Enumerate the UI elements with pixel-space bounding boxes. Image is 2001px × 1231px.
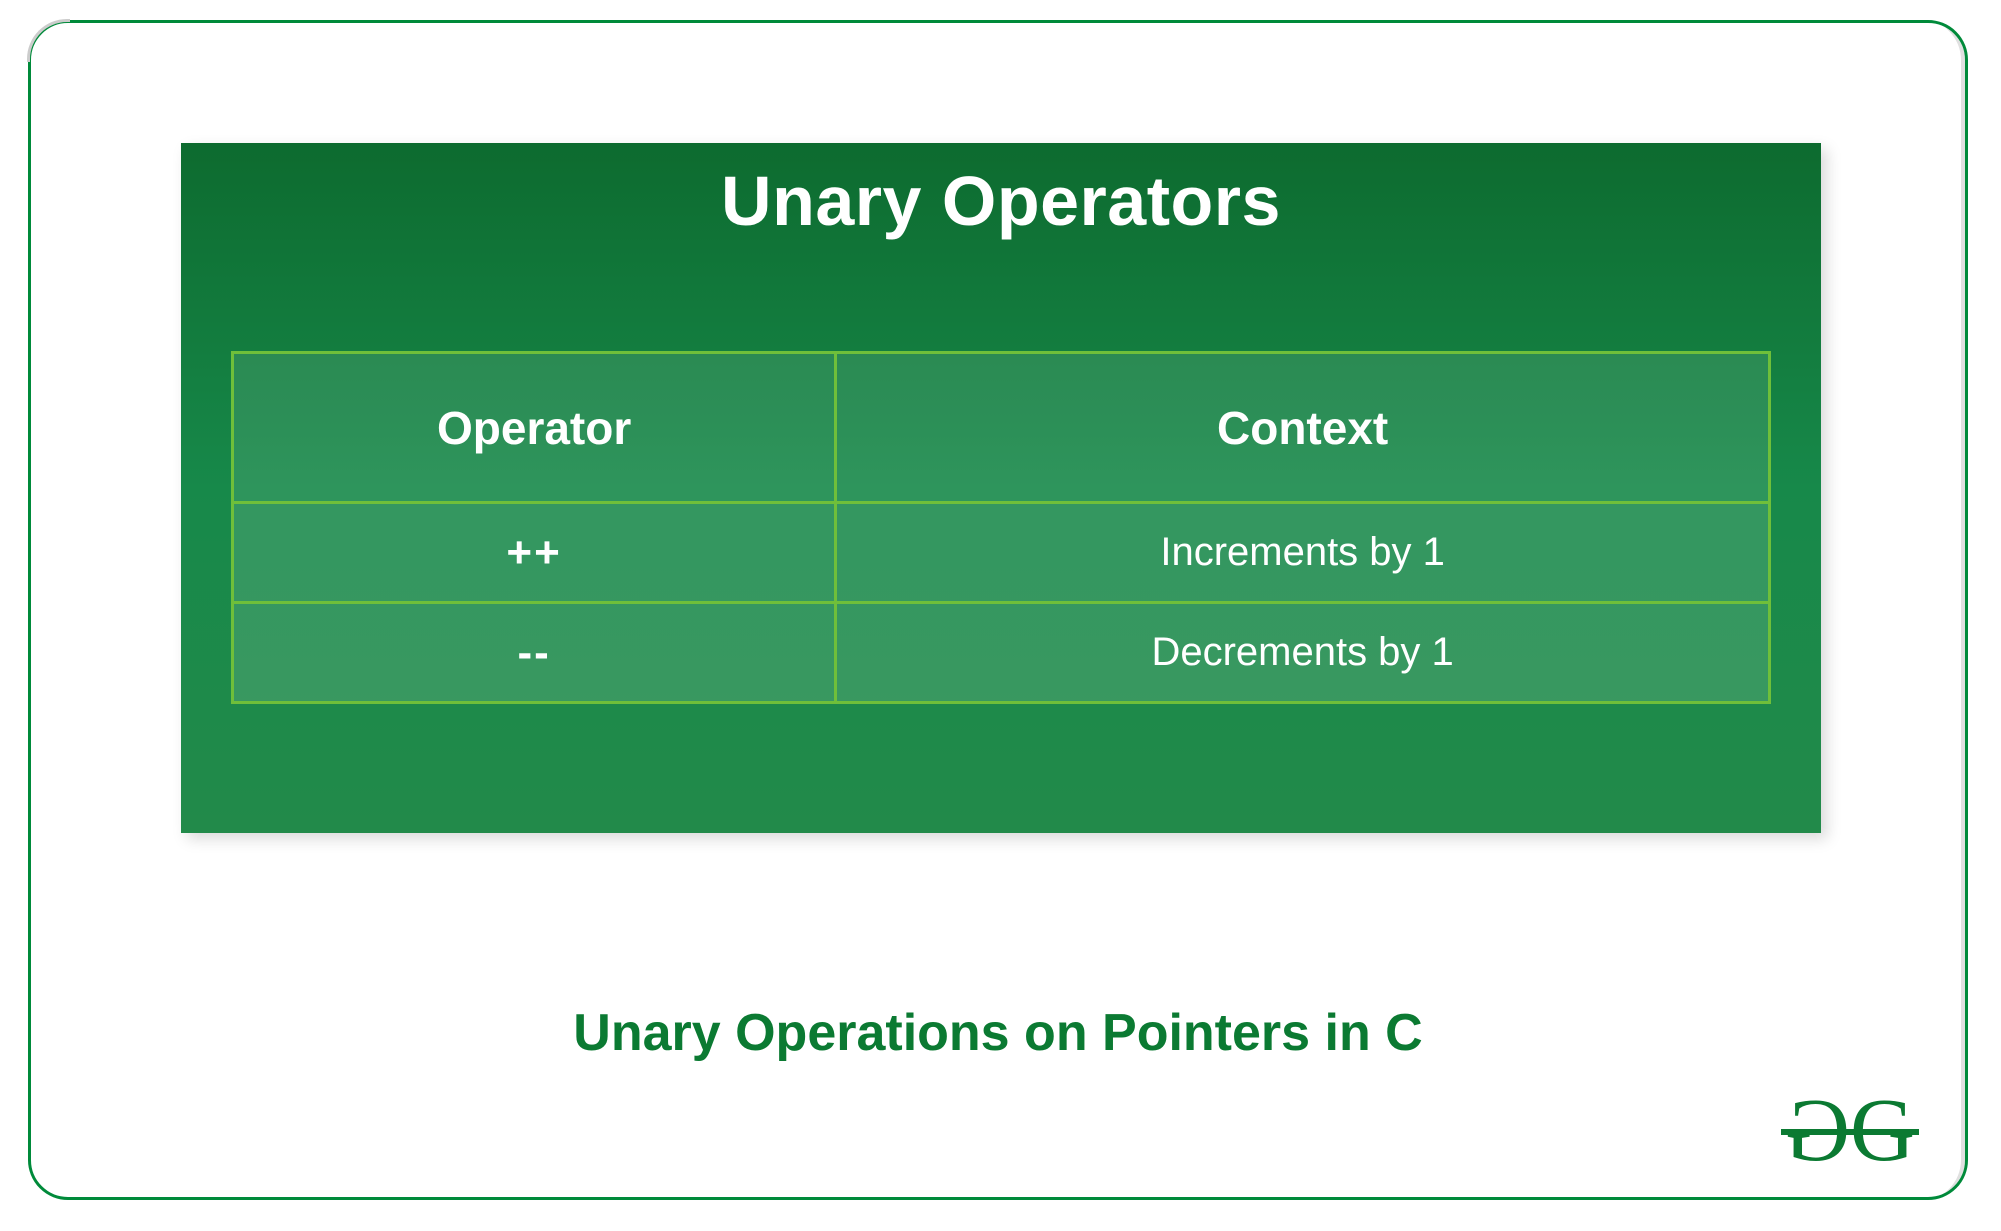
unary-operators-panel: Unary Operators Operator Context ++ Incr…	[181, 143, 1821, 833]
table-row: ++ Increments by 1	[233, 503, 1770, 603]
header-operator: Operator	[233, 353, 836, 503]
table-header-row: Operator Context	[233, 353, 1770, 503]
cell-context: Increments by 1	[836, 503, 1770, 603]
panel-title: Unary Operators	[181, 161, 1821, 241]
table-row: -- Decrements by 1	[233, 603, 1770, 703]
cell-operator: --	[233, 603, 836, 703]
diagram-caption: Unary Operations on Pointers in C	[31, 1003, 1965, 1063]
operators-table: Operator Context ++ Increments by 1 -- D…	[231, 351, 1771, 704]
header-context: Context	[836, 353, 1770, 503]
geeksforgeeks-logo-icon: GG	[1775, 1091, 1925, 1171]
diagram-frame: Unary Operators Operator Context ++ Incr…	[28, 20, 1968, 1200]
cell-context: Decrements by 1	[836, 603, 1770, 703]
cell-operator: ++	[233, 503, 836, 603]
